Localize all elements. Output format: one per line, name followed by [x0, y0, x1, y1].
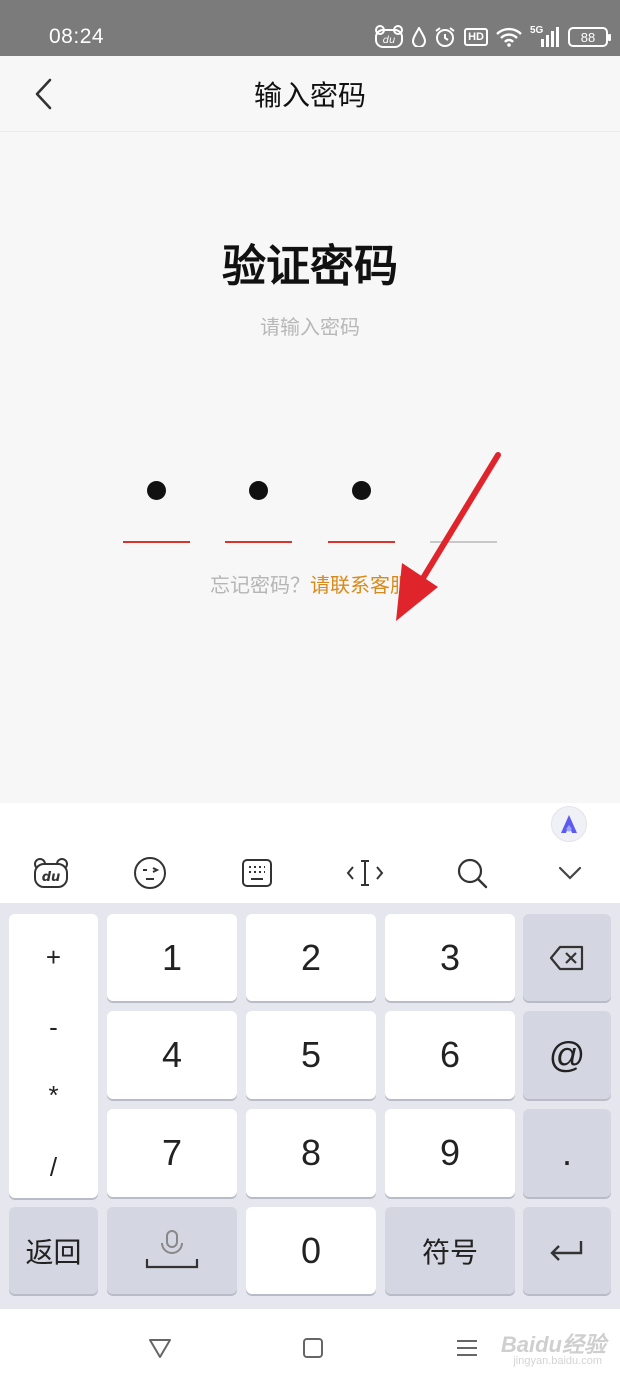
key-1[interactable]: 1	[107, 914, 237, 1001]
password-panel: 验证密码 请输入密码 忘记密码？请联系客服	[0, 133, 620, 803]
pin-dot	[249, 481, 268, 500]
symbol-switch-key[interactable]: 符号	[385, 1207, 515, 1294]
nav-home-square-icon[interactable]	[298, 1333, 328, 1363]
status-bar: 08:24 du HD 5G 88	[0, 0, 620, 56]
key-7[interactable]: 7	[107, 1109, 237, 1197]
drop-icon	[412, 27, 427, 47]
at-key[interactable]: @	[523, 1011, 611, 1099]
symbol-key-asterisk[interactable]: *	[9, 1080, 98, 1111]
voice-space-key[interactable]	[107, 1207, 237, 1294]
keyboard-icon[interactable]	[237, 853, 277, 893]
backspace-icon	[549, 945, 584, 970]
emoji-icon[interactable]	[130, 853, 170, 893]
du-label: du	[42, 870, 61, 885]
page-title: 输入密码	[253, 80, 366, 111]
number-keyboard: + - * / 1 2 3 4 5 6 @ 7 8 9 . 返回 0 符号	[0, 903, 620, 1309]
bear-logo-icon[interactable]: du	[31, 853, 71, 893]
verify-title: 验证密码	[222, 242, 398, 291]
cell-signal-icon: 5G	[530, 25, 560, 49]
collapse-keyboard-icon[interactable]	[550, 853, 590, 893]
forgot-password-row: 忘记密码？请联系客服	[0, 573, 620, 599]
system-nav-bar: Baidu经验 jingyan.baidu.com	[0, 1309, 620, 1386]
enter-icon	[550, 1240, 583, 1261]
nav-menu-icon[interactable]	[452, 1333, 482, 1363]
battery-icon: 88	[568, 27, 611, 47]
key-2[interactable]: 2	[246, 914, 376, 1001]
backspace-button[interactable]	[523, 914, 611, 1001]
pin-slot-2[interactable]	[225, 463, 292, 543]
pin-underline	[225, 541, 292, 543]
key-5[interactable]: 5	[246, 1011, 376, 1099]
search-icon[interactable]	[452, 853, 492, 893]
keyboard-toolbar: du	[0, 803, 620, 903]
alarm-icon	[434, 26, 456, 48]
symbol-key-minus[interactable]: -	[9, 1012, 98, 1043]
nav-bar: 输入密码	[0, 56, 620, 132]
network-type-label: 5G	[530, 25, 544, 36]
back-key[interactable]: 返回	[9, 1207, 98, 1294]
pin-dot	[352, 481, 371, 500]
enter-key[interactable]	[523, 1207, 611, 1294]
status-icons: du HD 5G 88	[374, 22, 611, 52]
symbol-key-slash[interactable]: /	[9, 1152, 98, 1183]
pin-dot	[147, 481, 166, 500]
ai-assistant-icon[interactable]	[551, 806, 587, 842]
nav-back-triangle-icon[interactable]	[145, 1333, 175, 1363]
pin-slot-1[interactable]	[123, 463, 190, 543]
du-bear-label: du	[383, 35, 396, 46]
dot-key[interactable]: .	[523, 1109, 611, 1197]
red-arrow-annotation	[396, 452, 501, 621]
baidu-watermark-url: jingyan.baidu.com	[513, 1355, 602, 1367]
microphone-icon	[145, 1229, 199, 1268]
key-4[interactable]: 4	[107, 1011, 237, 1099]
forgot-password-text: 忘记密码？	[210, 575, 310, 597]
verify-subtitle: 请输入密码	[260, 317, 360, 339]
symbol-column[interactable]: + - * /	[9, 914, 98, 1198]
symbol-key-plus[interactable]: +	[9, 942, 98, 973]
du-bear-icon: du	[374, 25, 404, 49]
key-9[interactable]: 9	[385, 1109, 515, 1197]
key-8[interactable]: 8	[246, 1109, 376, 1197]
status-time: 08:24	[49, 25, 105, 48]
key-0[interactable]: 0	[246, 1207, 376, 1294]
wifi-icon	[496, 27, 522, 47]
key-3[interactable]: 3	[385, 914, 515, 1001]
pin-underline	[123, 541, 190, 543]
key-6[interactable]: 6	[385, 1011, 515, 1099]
cursor-icon[interactable]	[345, 853, 385, 893]
hd-icon: HD	[464, 28, 488, 46]
